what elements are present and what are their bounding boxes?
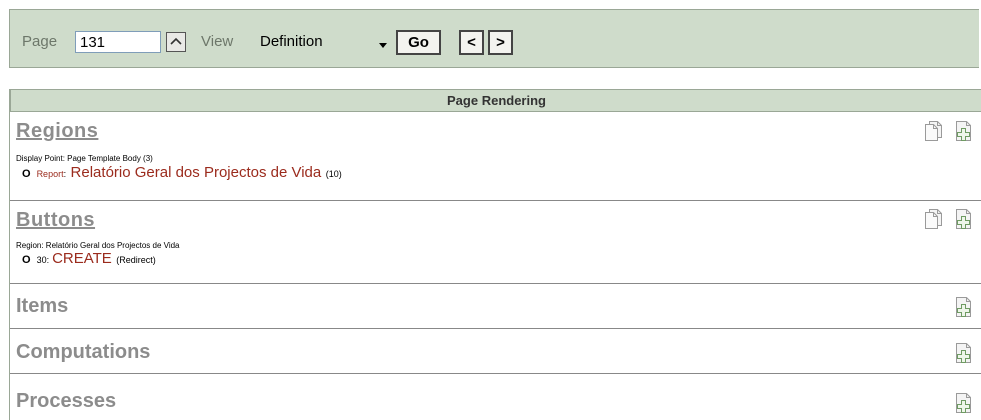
processes-heading: Processes (16, 390, 117, 412)
button-action: (Redirect) (116, 255, 156, 265)
copy-icon[interactable] (923, 208, 943, 230)
view-select[interactable]: Definition (257, 31, 393, 53)
region-entry: O Report: Relatório Geral dos Projectos d… (22, 164, 342, 182)
regions-link[interactable]: Regions (16, 120, 98, 143)
create-icon[interactable] (953, 392, 973, 414)
computations-section: Computations (10, 329, 981, 373)
create-icon[interactable] (953, 342, 973, 364)
buttons-region: Region: Relatório Geral dos Projectos de… (16, 241, 180, 250)
button-entry: O 30: CREATE (Redirect) (22, 250, 156, 268)
caret-up-icon (170, 37, 182, 45)
buttons-section: Buttons Region: Relatório Geral dos Proj… (10, 201, 981, 283)
next-page-button[interactable]: > (488, 30, 513, 55)
regions-display-point: Display Point: Page Template Body (3) (16, 154, 153, 163)
page-toolbar: Page View Definition Go < > (9, 9, 979, 68)
regions-section: Regions Display Point: Page Template Bod… (10, 112, 981, 200)
create-icon[interactable] (953, 120, 973, 142)
region-type: Report (36, 169, 64, 179)
computations-heading: Computations (16, 341, 151, 363)
processes-section: Processes (10, 374, 981, 420)
bullet-icon: O (22, 168, 31, 180)
region-link[interactable]: Relatório Geral dos Projectos de Vida (71, 164, 322, 181)
view-label: View (201, 33, 234, 50)
items-heading: Items (16, 295, 69, 317)
view-select-value: Definition (260, 33, 323, 50)
page-label: Page (22, 33, 58, 50)
page-lookup-button[interactable] (166, 32, 186, 52)
buttons-link[interactable]: Buttons (16, 209, 95, 232)
bullet-icon: O (22, 254, 31, 266)
copy-icon[interactable] (923, 120, 943, 142)
page-number-input[interactable] (75, 31, 161, 53)
page-rendering-header: Page Rendering (10, 89, 981, 112)
previous-page-button[interactable]: < (459, 30, 484, 55)
items-section: Items (10, 284, 981, 328)
region-type-separator: : (63, 169, 67, 179)
page-rendering-panel: Page Rendering Regions Display Point: Pa… (9, 89, 981, 420)
dropdown-arrow-icon (379, 43, 387, 48)
button-sequence: 30: (36, 255, 50, 265)
region-count: (10) (325, 169, 342, 179)
create-icon[interactable] (953, 296, 973, 318)
go-button[interactable]: Go (396, 30, 441, 55)
create-icon[interactable] (953, 208, 973, 230)
button-link[interactable]: CREATE (52, 250, 112, 267)
